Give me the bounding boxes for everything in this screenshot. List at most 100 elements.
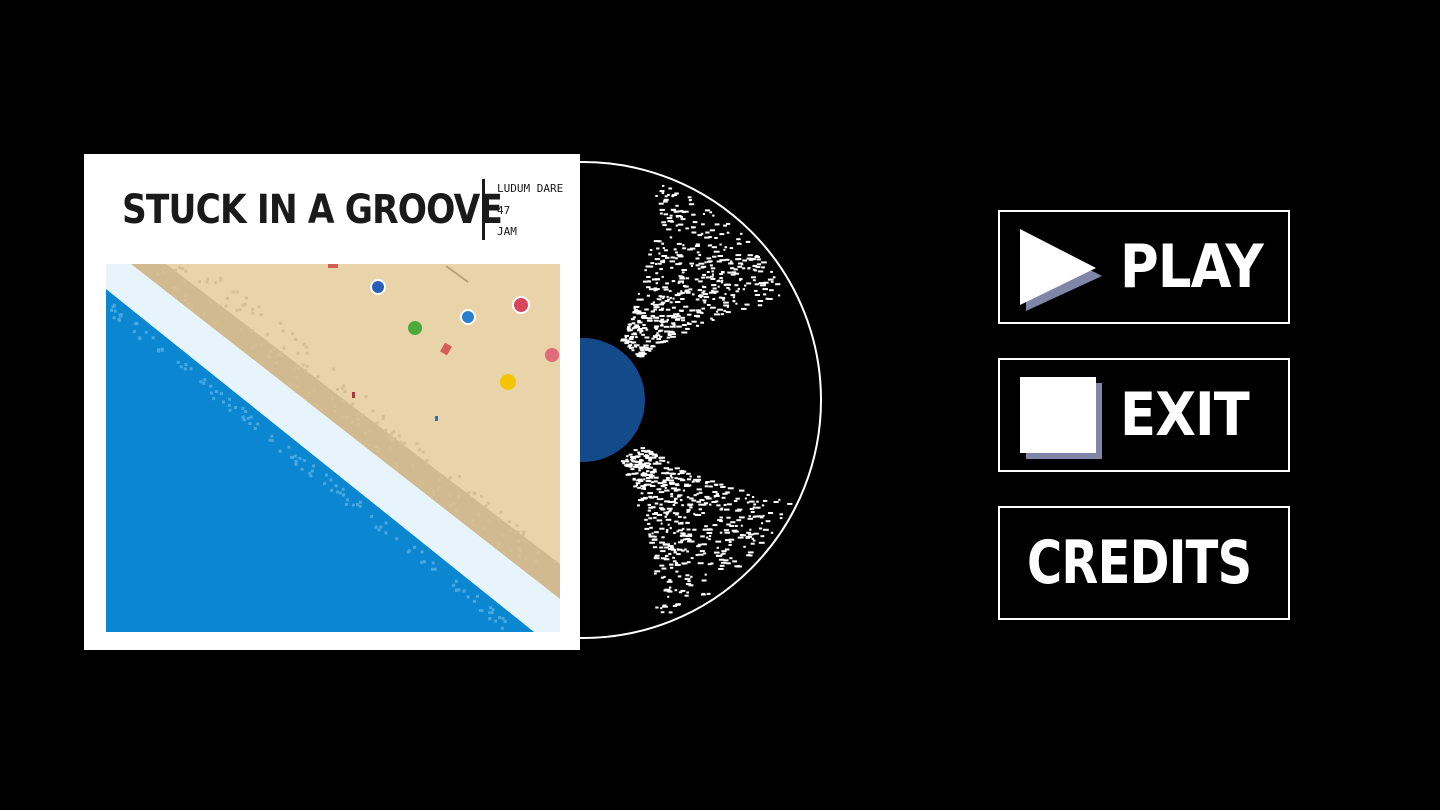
- texture-pixel: [422, 560, 426, 564]
- texture-pixel: [177, 336, 181, 340]
- groove-speck: [662, 484, 666, 487]
- texture-pixel: [355, 484, 359, 488]
- groove-speck: [709, 264, 713, 267]
- groove-speck: [701, 266, 705, 269]
- groove-speck: [631, 322, 636, 325]
- groove-speck: [744, 497, 747, 500]
- texture-pixel: [377, 528, 381, 532]
- groove-speck: [659, 503, 663, 506]
- groove-speck: [653, 287, 657, 290]
- groove-speck: [669, 547, 675, 550]
- texture-pixel: [335, 464, 339, 468]
- texture-pixel: [341, 487, 345, 491]
- groove-speck: [666, 507, 673, 510]
- groove-speck: [644, 269, 647, 272]
- groove-speck: [737, 287, 740, 290]
- texture-pixel: [255, 397, 259, 401]
- texture-pixel: [229, 378, 232, 382]
- texture-pixel: [249, 415, 253, 419]
- texture-pixel: [219, 278, 223, 282]
- groove-speck: [671, 333, 676, 335]
- groove-speck: [644, 450, 648, 453]
- groove-speck: [680, 316, 685, 319]
- texture-pixel: [559, 587, 560, 591]
- groove-speck: [695, 264, 700, 267]
- texture-pixel: [425, 459, 429, 463]
- groove-speck: [655, 316, 659, 319]
- texture-pixel: [351, 402, 355, 406]
- groove-speck: [705, 482, 708, 485]
- groove-speck: [653, 336, 658, 338]
- texture-pixel: [335, 490, 339, 494]
- texture-pixel: [420, 550, 424, 554]
- groove-speck: [686, 550, 689, 553]
- groove-speck: [648, 253, 652, 256]
- groove-speck: [669, 563, 674, 566]
- texture-pixel: [476, 594, 479, 598]
- groove-speck: [719, 531, 723, 534]
- groove-speck: [641, 466, 644, 469]
- groove-speck: [653, 557, 660, 560]
- groove-speck: [654, 455, 658, 457]
- texture-pixel: [477, 512, 480, 516]
- groove-speck: [660, 340, 666, 343]
- texture-pixel: [270, 439, 274, 443]
- groove-speck: [660, 611, 665, 614]
- texture-pixel: [371, 491, 375, 495]
- texture-pixel: [159, 325, 163, 329]
- groove-speck: [675, 251, 679, 254]
- texture-pixel: [517, 610, 521, 614]
- play-button[interactable]: PLAY: [998, 210, 1290, 324]
- groove-speck: [643, 478, 646, 481]
- credits-button[interactable]: CREDITS: [998, 506, 1290, 620]
- texture-pixel: [471, 519, 475, 523]
- groove-speck: [632, 332, 637, 335]
- texture-pixel: [251, 396, 255, 400]
- texture-pixel: [288, 383, 292, 386]
- texture-pixel: [329, 478, 333, 482]
- texture-pixel: [351, 503, 355, 507]
- groove-speck: [724, 246, 728, 249]
- groove-speck: [710, 278, 716, 280]
- groove-speck: [662, 479, 667, 482]
- groove-speck: [655, 282, 659, 285]
- groove-speck: [653, 480, 658, 483]
- texture-pixel: [241, 415, 245, 419]
- groove-speck: [665, 554, 669, 557]
- texture-pixel: [224, 304, 228, 308]
- texture-pixel: [294, 462, 298, 466]
- groove-speck: [677, 223, 684, 226]
- texture-pixel: [138, 336, 142, 340]
- texture-pixel: [217, 373, 221, 377]
- texture-pixel: [193, 353, 197, 357]
- groove-speck: [737, 265, 743, 268]
- groove-speck: [675, 224, 678, 227]
- groove-speck: [658, 202, 664, 205]
- texture-pixel: [536, 550, 540, 554]
- texture-pixel: [521, 533, 525, 537]
- texture-pixel: [301, 363, 305, 367]
- exit-button[interactable]: EXIT: [998, 358, 1290, 472]
- groove-speck: [643, 474, 649, 476]
- groove-speck: [733, 500, 738, 502]
- groove-speck: [674, 477, 678, 480]
- texture-pixel: [320, 408, 324, 412]
- groove-speck: [668, 187, 673, 190]
- groove-speck: [656, 332, 659, 335]
- groove-speck: [709, 211, 713, 214]
- groove-speck: [692, 293, 695, 296]
- groove-speck: [680, 298, 685, 300]
- groove-speck: [662, 184, 665, 187]
- groove-speck: [723, 529, 730, 532]
- groove-speck: [638, 469, 641, 472]
- groove-speck: [672, 556, 675, 559]
- groove-speck: [728, 288, 731, 291]
- texture-pixel: [428, 534, 432, 538]
- groove-speck: [735, 254, 742, 257]
- groove-speck: [700, 312, 704, 314]
- groove-speck: [645, 328, 649, 331]
- texture-pixel: [344, 502, 348, 506]
- texture-pixel: [436, 489, 440, 493]
- texture-pixel: [189, 367, 193, 371]
- groove-speck: [671, 306, 676, 309]
